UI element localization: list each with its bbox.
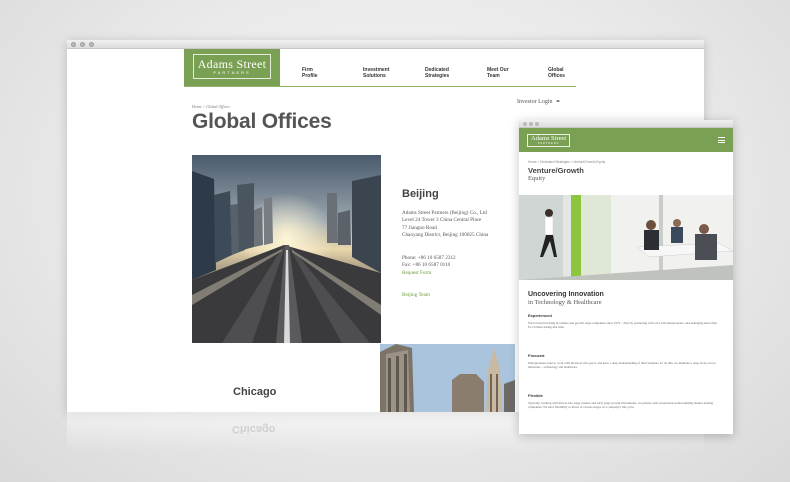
nav-label: Profile: [302, 73, 318, 79]
lock-icon: ⚭: [555, 99, 561, 105]
nav-item-global-offices[interactable]: Global Offices: [548, 67, 598, 79]
minimize-window-icon[interactable]: [529, 122, 533, 126]
nav-item-firm-profile[interactable]: Firm Profile: [302, 67, 352, 79]
beijing-team-link[interactable]: Beijing Team: [402, 292, 430, 299]
address-line: Chaoyang District, Beijing 100025 China: [402, 231, 489, 238]
nav-label: Strategies: [425, 73, 450, 79]
feature-title-experienced: Experienced: [528, 313, 552, 318]
feature-title-flexible: Flexible: [528, 393, 543, 398]
feature-title-focused: Focused: [528, 353, 545, 358]
office-address: Adams Street Partners (Beijing) Co., Ltd…: [402, 210, 488, 239]
office-contact: Phone: +86 10 6587 2312 Fax: +86 10 6587…: [402, 255, 456, 277]
close-window-icon[interactable]: [523, 122, 527, 126]
investor-login-label: Investor Login: [517, 99, 553, 105]
page-title: Global Offices: [192, 110, 332, 133]
maximize-window-icon[interactable]: [535, 122, 539, 126]
chicago-city-photo: [380, 344, 515, 412]
mobile-title-bar: [519, 120, 733, 128]
office-city-heading: Beijing: [402, 188, 439, 200]
minimize-window-icon[interactable]: [80, 42, 85, 47]
section-heading: Uncovering Innovation: [528, 291, 604, 298]
address-line: Adams Street Partners (Beijing) Co., Ltd: [402, 210, 487, 216]
nav-item-investment-solutions[interactable]: Investment Solutions: [363, 67, 413, 79]
nav-label: Offices: [548, 73, 565, 79]
logo-name: Adams Street: [531, 135, 567, 142]
office-phone: Phone: +86 10 6587 2312: [402, 255, 456, 261]
mobile-breadcrumb[interactable]: Home > Dedicated Strategies > Venture/Gr…: [528, 160, 605, 164]
office-city-heading-chicago: Chicago: [233, 386, 277, 398]
nav-item-dedicated-strategies[interactable]: Dedicated Strategies: [425, 67, 475, 79]
investor-login-link[interactable]: Investor Login ⚭: [517, 98, 561, 105]
office-meeting-photo: [519, 195, 733, 280]
nav-item-meet-our-team[interactable]: Meet Our Team: [487, 67, 537, 79]
reflected-chicago-text: Chicago: [232, 423, 276, 435]
section-subheading: in Technology & Healthcare: [528, 299, 602, 306]
mobile-site-logo[interactable]: Adams Street PARTNERS: [527, 134, 571, 147]
office-fax: Fax: +86 10 6587 0110: [402, 262, 451, 269]
site-logo[interactable]: Adams Street PARTNERS: [184, 49, 280, 86]
mobile-browser-window: Adams Street PARTNERS Home > Dedicated S…: [519, 120, 733, 434]
maximize-window-icon[interactable]: [89, 42, 94, 47]
mobile-page-title: Venture/Growth: [528, 166, 584, 175]
hamburger-menu-icon[interactable]: [718, 137, 725, 143]
feature-body-flexible: Typically working with mid-to-late stage…: [528, 401, 714, 410]
request-form-link[interactable]: Request Form: [402, 270, 456, 277]
mobile-header: Adams Street PARTNERS: [519, 128, 733, 152]
nav-label: Team: [487, 73, 500, 79]
feature-body-focused: Entrepreneurs want to work with investor…: [528, 361, 717, 370]
address-line: Level 24 Tower 3 China Central Place: [402, 217, 482, 224]
logo-name: Adams Street: [197, 57, 267, 71]
nav-label: Solutions: [363, 73, 386, 79]
beijing-city-photo: [192, 155, 381, 343]
address-line: 77 Jianguo Road: [402, 224, 437, 231]
close-window-icon[interactable]: [71, 42, 76, 47]
nav-divider: [184, 86, 576, 87]
feature-body-experienced: We've been investing in venture and grow…: [528, 321, 717, 330]
breadcrumb[interactable]: Home > Global Offices: [192, 104, 230, 109]
mobile-page-subtitle: Equity: [528, 175, 546, 182]
logo-tagline: PARTNERS: [537, 142, 560, 145]
browser-title-bar: [67, 40, 704, 49]
